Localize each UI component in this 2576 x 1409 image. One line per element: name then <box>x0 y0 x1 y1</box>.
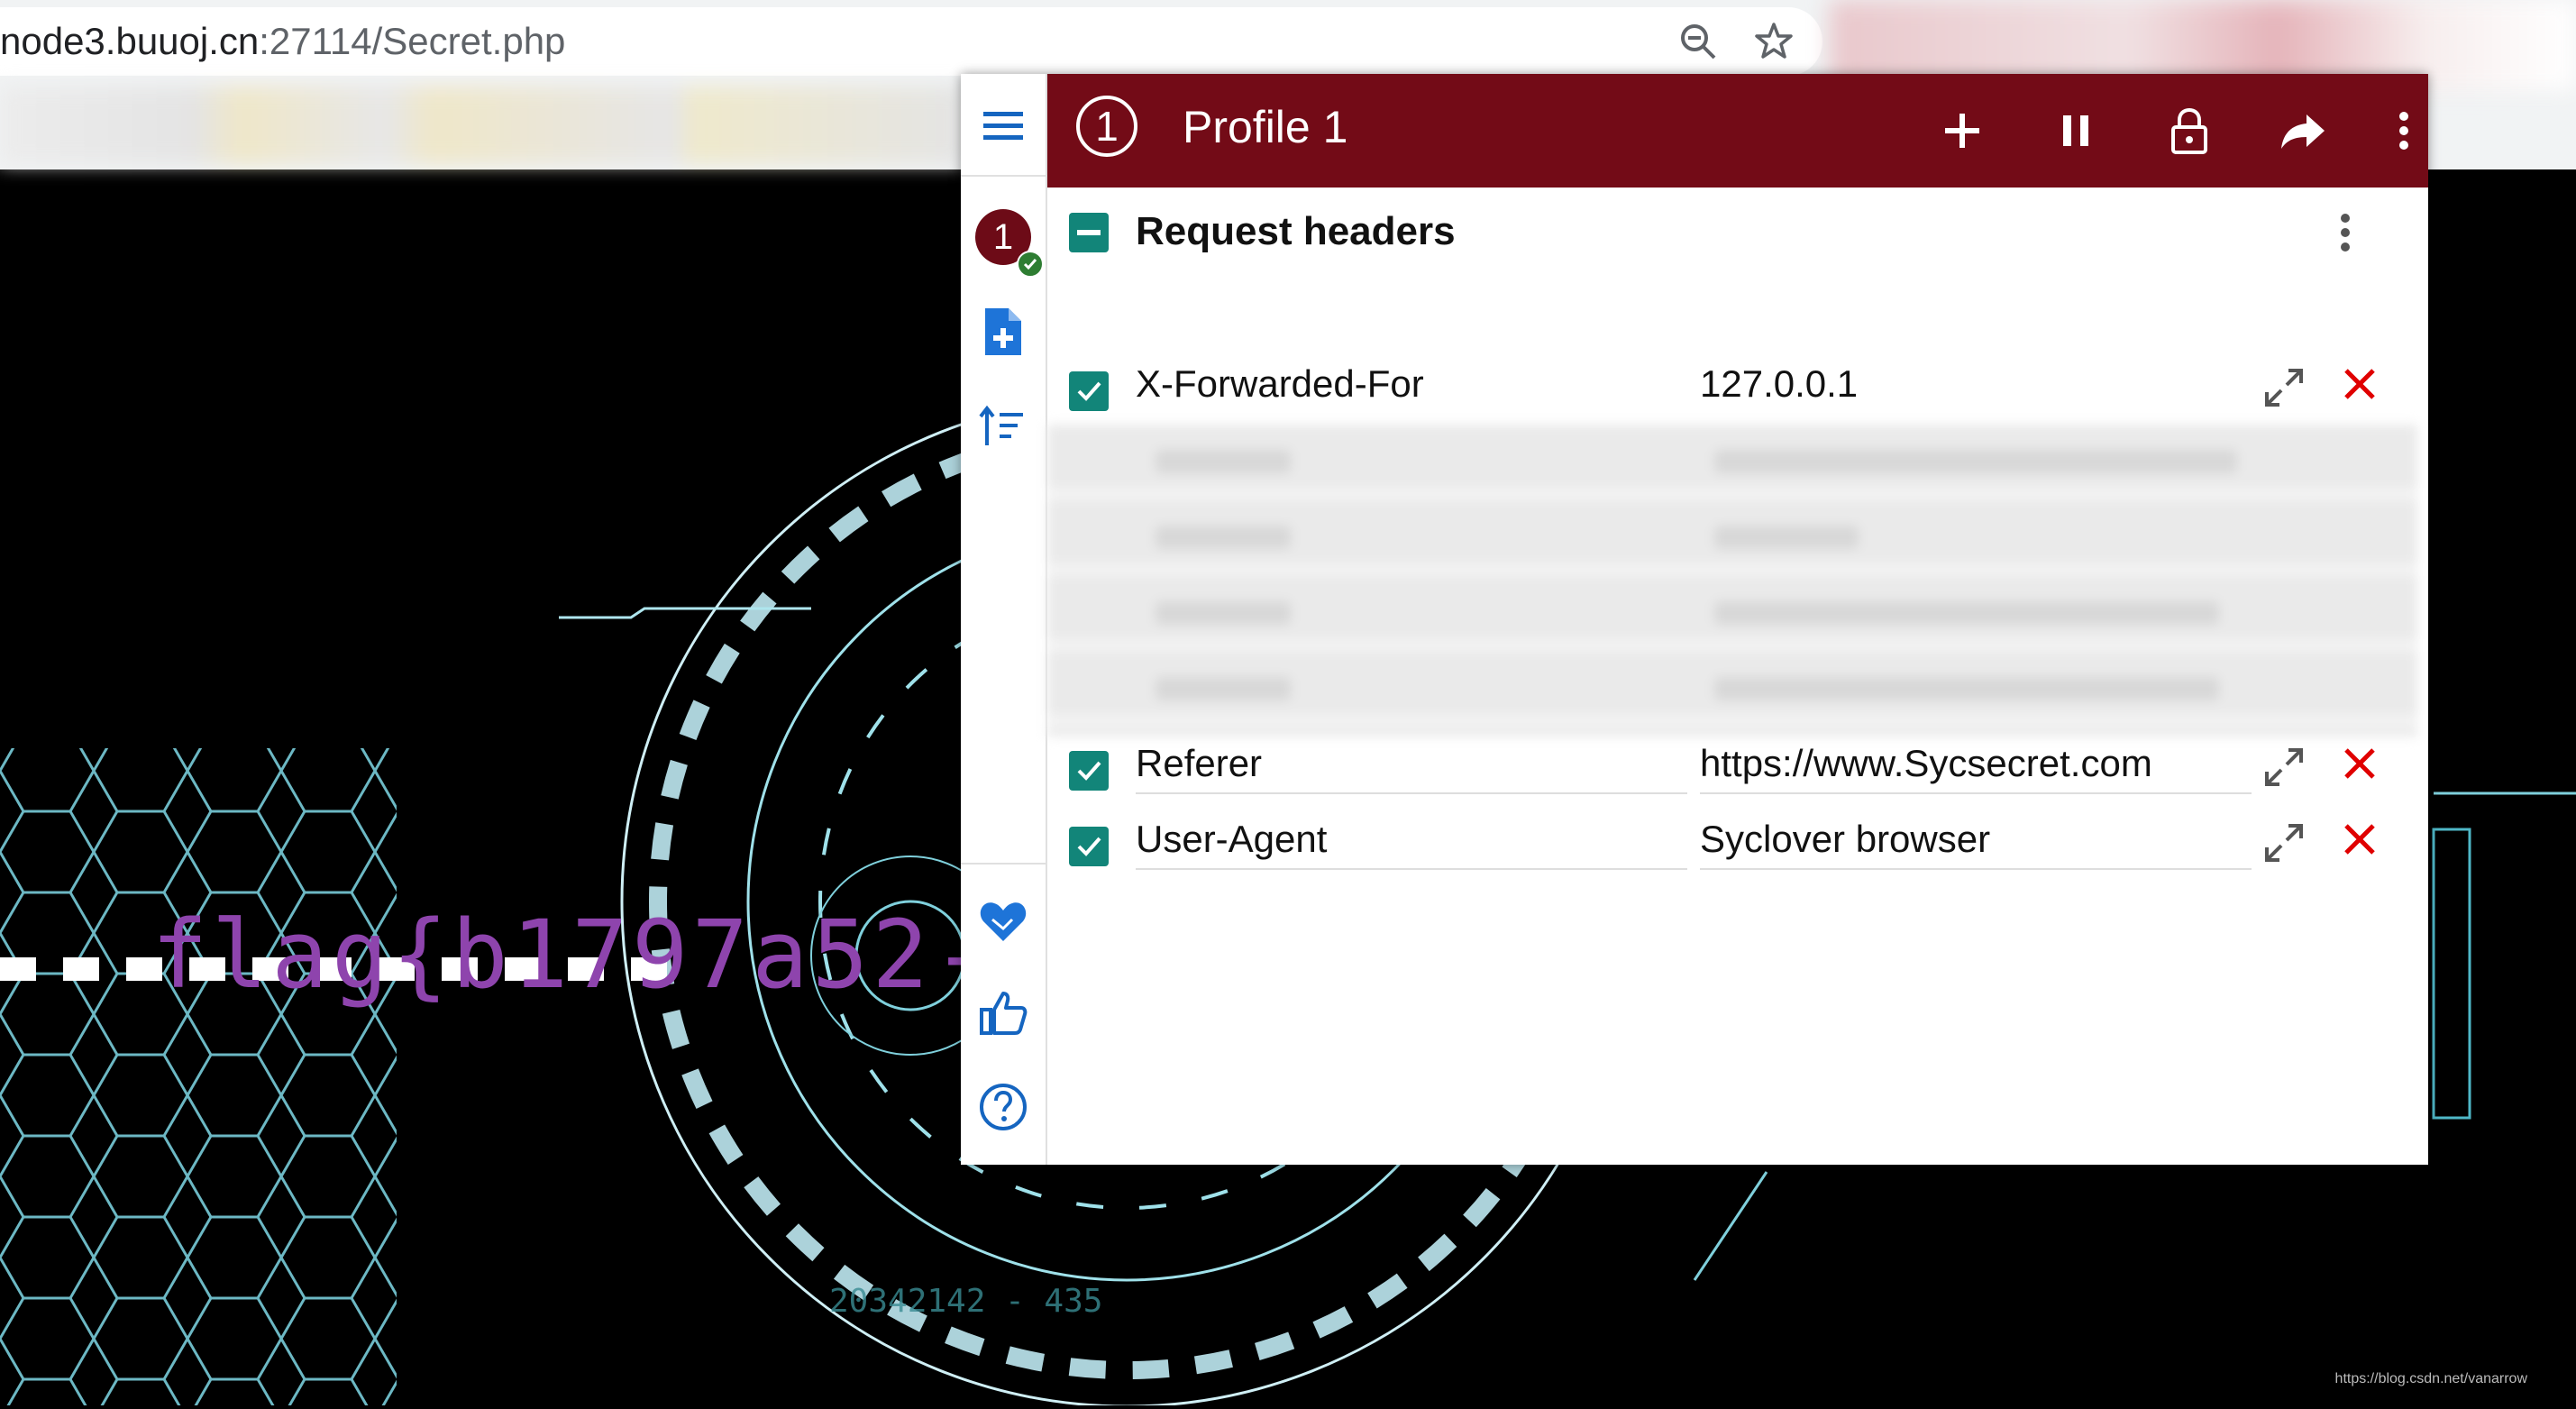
url-path: :27114/Secret.php <box>259 20 566 62</box>
header-name-field[interactable]: User-Agent <box>1136 818 1687 870</box>
svg-text:20342142 - 435: 20342142 - 435 <box>829 1283 1102 1320</box>
sidebar-divider <box>961 175 1046 177</box>
header-value-field[interactable]: Syclover browser <box>1700 818 2252 870</box>
expand-icon[interactable] <box>2259 742 2309 792</box>
request-headers-section: Request headers <box>1047 188 2428 269</box>
kebab-icon[interactable] <box>2372 99 2435 162</box>
bookmarks-bar-blurred <box>0 87 963 164</box>
star-icon[interactable] <box>1752 20 1795 63</box>
share-icon[interactable] <box>2271 99 2334 162</box>
header-enabled-checkbox[interactable] <box>1069 751 1109 791</box>
pause-icon[interactable] <box>2044 99 2107 162</box>
blurred-header-rows <box>1047 425 2417 737</box>
header-name-field[interactable]: Referer <box>1136 742 1687 794</box>
heart-handshake-icon[interactable] <box>974 892 1032 950</box>
header-row: User-Agent Syclover browser <box>1047 807 2428 883</box>
active-check-icon <box>1017 251 1044 278</box>
delete-header-icon[interactable] <box>2334 359 2385 409</box>
header-value-field[interactable]: https://www.Sycsecret.com <box>1700 742 2252 794</box>
expand-icon[interactable] <box>2259 818 2309 868</box>
header-name-field[interactable]: X-Forwarded-For <box>1136 362 1687 413</box>
delete-header-icon[interactable] <box>2334 738 2385 789</box>
plus-icon[interactable] <box>1931 99 1994 162</box>
profile-title[interactable]: Profile 1 <box>1183 101 1347 153</box>
section-title: Request headers <box>1136 209 1456 253</box>
header-value-field[interactable]: 127.0.0.1 <box>1700 362 2252 413</box>
header-row: Referer https://www.Sycsecret.com <box>1047 731 2428 807</box>
sidebar: 1 <box>961 74 1047 1165</box>
lock-icon[interactable] <box>2158 99 2221 162</box>
help-icon[interactable] <box>974 1078 1032 1136</box>
modheader-popup: 1 1 Profile 1 Request headers X-Forwarde… <box>961 74 2428 1165</box>
watermark: https://blog.csdn.net/vanarrow <box>2334 1371 2527 1386</box>
add-file-icon[interactable] <box>974 303 1032 361</box>
header-row: X-Forwarded-For 127.0.0.1 <box>1047 352 2428 427</box>
profile-toolbar: 1 Profile 1 <box>1047 74 2428 188</box>
url-text[interactable]: node3.buuoj.cn:27114/Secret.php <box>0 20 565 63</box>
header-enabled-checkbox[interactable] <box>1069 371 1109 411</box>
menu-icon[interactable] <box>974 97 1032 155</box>
header-enabled-checkbox[interactable] <box>1069 827 1109 866</box>
headers-panel: Request headers X-Forwarded-For 127.0.0.… <box>1047 188 2428 1165</box>
sort-icon[interactable] <box>974 398 1032 456</box>
collapse-section-toggle[interactable] <box>1069 213 1109 252</box>
section-kebab-icon[interactable] <box>2327 211 2363 254</box>
sidebar-divider <box>961 863 1046 865</box>
delete-header-icon[interactable] <box>2334 814 2385 865</box>
thumbs-up-icon[interactable] <box>974 984 1032 1042</box>
url-host: node3.buuoj.cn <box>0 20 260 62</box>
expand-icon[interactable] <box>2259 362 2309 413</box>
profile-number-icon: 1 <box>1076 96 1137 157</box>
zoom-out-icon[interactable] <box>1676 20 1720 63</box>
address-bar[interactable]: node3.buuoj.cn:27114/Secret.php <box>0 7 1822 76</box>
